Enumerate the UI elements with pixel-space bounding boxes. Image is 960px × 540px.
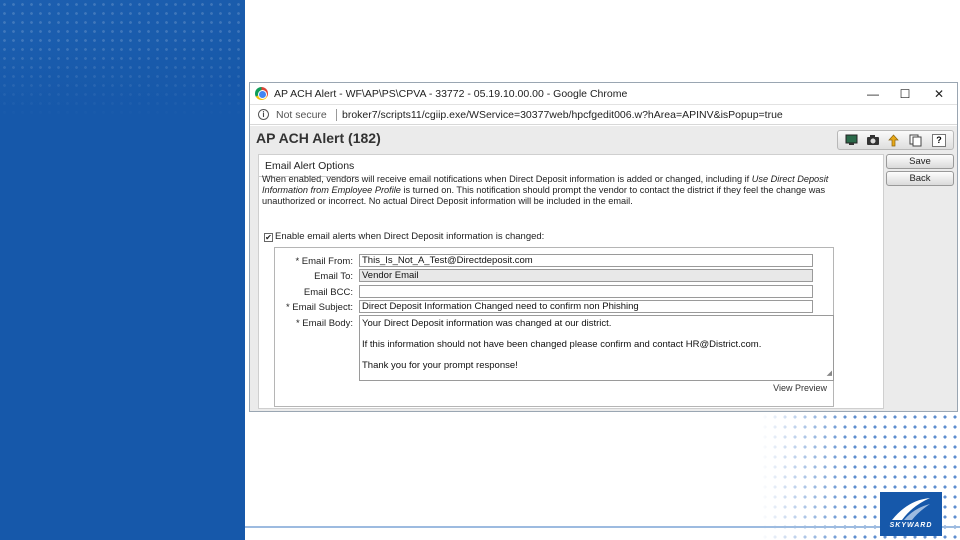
bottom-divider [245, 526, 960, 528]
chrome-icon [255, 87, 268, 100]
maximize-button[interactable]: ☐ [890, 85, 920, 103]
upload-icon[interactable] [886, 134, 900, 147]
email-fields-group: * Email From: This_Is_Not_A_Test@Directd… [274, 247, 834, 407]
email-from-label: * Email From: [295, 256, 353, 267]
camera-icon[interactable] [866, 134, 880, 147]
skyward-logo: SKYWARD [880, 492, 942, 536]
monitor-icon[interactable] [844, 134, 858, 147]
email-subject-label: * Email Subject: [285, 302, 353, 313]
skyward-logo-mark [892, 498, 930, 520]
view-preview-link[interactable]: View Preview [773, 383, 827, 393]
browser-window: AP ACH Alert - WF\AP\PS\CPVA - 33772 - 0… [249, 82, 958, 412]
email-bcc-label: Email BCC: [303, 287, 353, 298]
email-body-textarea[interactable]: Your Direct Deposit information was chan… [359, 315, 834, 381]
window-titlebar: AP ACH Alert - WF\AP\PS\CPVA - 33772 - 0… [250, 83, 957, 105]
description-text: When enabled, vendors will receive email… [262, 174, 829, 206]
email-body-line: Thank you for your prompt response! [362, 360, 518, 371]
skyward-logo-text: SKYWARD [889, 522, 933, 529]
window-title: AP ACH Alert - WF\AP\PS\CPVA - 33772 - 0… [274, 88, 628, 100]
email-from-input[interactable]: This_Is_Not_A_Test@Directdeposit.com [359, 254, 813, 267]
section-title: Email Alert Options [258, 160, 360, 177]
email-body-label: * Email Body: [295, 318, 353, 329]
email-alert-panel: Email Alert Options When enabled, vendor… [258, 154, 884, 409]
save-button[interactable]: Save [886, 154, 954, 169]
page-toolbar: ? [837, 130, 954, 150]
close-button[interactable]: ✕ [924, 85, 954, 103]
email-to-label: Email To: [314, 271, 353, 282]
email-to-input: Vendor Email [359, 269, 813, 282]
enable-alerts-row: ✔ Enable email alerts when Direct Deposit… [264, 231, 544, 242]
email-body-line: Your Direct Deposit information was chan… [362, 318, 612, 329]
page-body: AP ACH Alert (182) ? Email Alert Options… [250, 126, 957, 411]
email-body-line: If this information should not have been… [362, 339, 762, 350]
back-button[interactable]: Back [886, 171, 954, 186]
enable-alerts-checkbox[interactable]: ✔ [264, 233, 273, 242]
enable-alerts-label: Enable email alerts when Direct Deposit … [275, 231, 545, 242]
address-bar[interactable]: i Not secure broker7/scripts11/cgiip.exe… [250, 105, 957, 125]
email-subject-input[interactable]: Direct Deposit Information Changed need … [359, 300, 813, 313]
security-indicator[interactable]: Not secure [276, 109, 327, 121]
resize-handle-icon[interactable]: ◢ [827, 368, 832, 379]
minimize-button[interactable]: — [858, 85, 888, 103]
page-title: AP ACH Alert (182) [256, 130, 381, 146]
copy-icon[interactable] [908, 134, 922, 147]
info-icon[interactable]: i [258, 109, 269, 120]
left-brand-band [0, 0, 245, 540]
url-text[interactable]: broker7/scripts11/cgiip.exe/WService=303… [342, 109, 783, 121]
email-bcc-input[interactable] [359, 285, 813, 298]
help-icon[interactable]: ? [932, 134, 946, 147]
